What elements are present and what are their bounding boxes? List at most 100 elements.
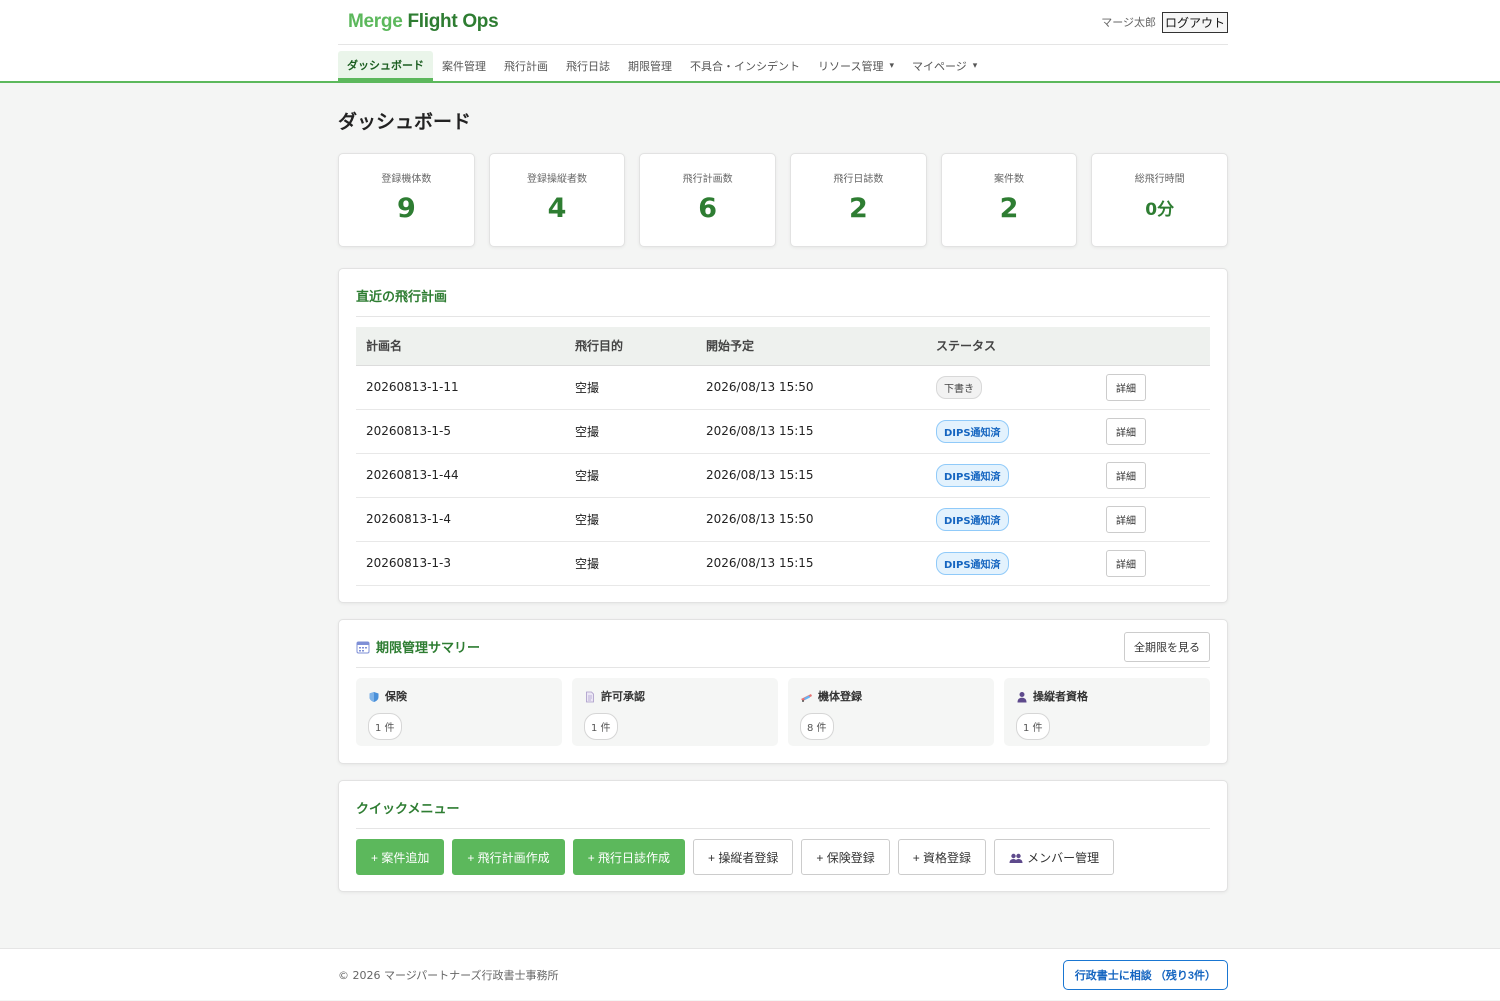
plan-purpose: 空撮 bbox=[565, 541, 696, 586]
recent-plans-card: 直近の飛行計画 計画名 飛行目的 開始予定 ステータス 20260813-1-1… bbox=[338, 268, 1228, 603]
quick-menu-card: クイックメニュー + 案件追加 + 飛行計画作成 + 飛行日誌作成 + 操縦者登… bbox=[338, 780, 1228, 892]
expiry-title-group: 期限管理サマリー bbox=[356, 637, 480, 656]
stat-label: 登録操縦者数 bbox=[527, 174, 587, 185]
expiry-grid: 保険 1 件 許可承認 1 件 機体登録 8 件 操縦者資格 1 件 bbox=[356, 668, 1210, 763]
detail-button[interactable]: 詳細 bbox=[1106, 373, 1146, 401]
table-header-row: 計画名 飛行目的 開始予定 ステータス bbox=[356, 327, 1210, 366]
column-header: 開始予定 bbox=[696, 327, 926, 366]
plan-purpose: 空撮 bbox=[565, 409, 696, 454]
footer: © 2026 マージパートナーズ行政書士事務所 行政書士に相談 （残り3件） bbox=[0, 948, 1500, 1000]
stat-card-pilots: 登録操縦者数 4 bbox=[488, 153, 626, 247]
plan-start: 2026/08/13 15:50 bbox=[696, 497, 926, 542]
create-flight-log-button[interactable]: + 飛行日誌作成 bbox=[572, 839, 686, 875]
stat-label: 総飛行時間 bbox=[1134, 174, 1185, 185]
expiry-count-badge: 1 件 bbox=[1016, 713, 1050, 740]
dropdown-icon: ▾ bbox=[972, 61, 978, 71]
table-row: 20260813-1-3 空撮 2026/08/13 15:15 DIPS通知済… bbox=[356, 541, 1210, 586]
detail-button[interactable]: 詳細 bbox=[1106, 461, 1146, 489]
status-badge: 下書き bbox=[936, 375, 982, 399]
nav-item-flight-plans[interactable]: 飛行計画 bbox=[495, 51, 557, 81]
plan-name: 20260813-1-11 bbox=[356, 365, 565, 410]
create-flight-plan-button[interactable]: + 飛行計画作成 bbox=[452, 839, 565, 875]
drone-icon bbox=[800, 690, 813, 703]
detail-button[interactable]: 詳細 bbox=[1106, 549, 1146, 577]
nav-item-mypage[interactable]: マイページ ▾ bbox=[903, 51, 986, 81]
nav-item-flight-logs[interactable]: 飛行日誌 bbox=[557, 51, 619, 81]
logo-accent-text: Merge bbox=[348, 11, 403, 32]
shield-icon bbox=[368, 690, 380, 703]
expiry-item-title: 機体登録 bbox=[800, 688, 982, 704]
expiry-item-aircraft-registration[interactable]: 機体登録 8 件 bbox=[788, 678, 994, 746]
main-nav: ダッシュボード 案件管理 飛行計画 飛行日誌 期限管理 不具合・インシデント リ… bbox=[338, 45, 1228, 81]
plan-start: 2026/08/13 15:15 bbox=[696, 453, 926, 498]
plan-purpose: 空撮 bbox=[565, 453, 696, 498]
logout-button[interactable]: ログアウト bbox=[1161, 11, 1228, 33]
nav-item-mypage-label: マイページ bbox=[911, 60, 967, 73]
expiry-label: 操縦者資格 bbox=[1033, 690, 1088, 703]
expiry-label: 保険 bbox=[385, 690, 407, 703]
recent-plans-title: 直近の飛行計画 bbox=[356, 269, 1210, 317]
plan-purpose: 空撮 bbox=[565, 497, 696, 542]
plan-action-cell: 詳細 bbox=[1096, 409, 1210, 454]
stat-value: 9 bbox=[396, 193, 416, 224]
expiry-summary-title: 期限管理サマリー 全期限を見る bbox=[356, 620, 1210, 668]
page-title: ダッシュボード bbox=[338, 111, 472, 133]
expiry-label: 許可承認 bbox=[601, 690, 645, 703]
card-title-text: 直近の飛行計画 bbox=[356, 290, 448, 305]
table-row: 20260813-1-5 空撮 2026/08/13 15:15 DIPS通知済… bbox=[356, 409, 1210, 454]
stat-card-flight-plans: 飛行計画数 6 bbox=[639, 153, 777, 247]
stat-label: 案件数 bbox=[994, 174, 1025, 185]
consult-button[interactable]: 行政書士に相談 （残り3件） bbox=[1062, 960, 1228, 990]
plan-status-cell: DIPS通知済 bbox=[926, 541, 1096, 586]
expiry-item-insurance[interactable]: 保険 1 件 bbox=[356, 678, 562, 746]
plan-status-cell: DIPS通知済 bbox=[926, 497, 1096, 542]
plan-name: 20260813-1-5 bbox=[356, 409, 565, 454]
status-badge: DIPS通知済 bbox=[936, 463, 1009, 487]
stats-row: 登録機体数 9 登録操縦者数 4 飛行計画数 6 飛行日誌数 2 案件数 2 総… bbox=[338, 153, 1229, 247]
plan-start: 2026/08/13 15:15 bbox=[696, 409, 926, 454]
stat-card-aircraft: 登録機体数 9 bbox=[338, 153, 475, 247]
plan-status-cell: DIPS通知済 bbox=[926, 453, 1096, 498]
stat-value: 4 bbox=[547, 193, 567, 224]
expiry-item-permits[interactable]: 許可承認 1 件 bbox=[572, 678, 778, 746]
plan-action-cell: 詳細 bbox=[1096, 453, 1210, 498]
expiry-count-badge: 8 件 bbox=[800, 713, 834, 740]
plan-name: 20260813-1-44 bbox=[356, 453, 565, 498]
register-qualification-button[interactable]: + 資格登録 bbox=[897, 839, 987, 875]
app-logo[interactable]: Merge Flight Ops bbox=[348, 11, 499, 33]
column-header: 計画名 bbox=[356, 327, 565, 366]
nav-item-projects[interactable]: 案件管理 bbox=[433, 51, 495, 81]
status-badge: DIPS通知済 bbox=[936, 419, 1009, 443]
nav-item-dashboard[interactable]: ダッシュボード bbox=[338, 51, 433, 81]
column-header: ステータス bbox=[926, 327, 1096, 366]
expiry-item-pilot-qualification[interactable]: 操縦者資格 1 件 bbox=[1004, 678, 1210, 746]
detail-button[interactable]: 詳細 bbox=[1106, 505, 1146, 533]
stat-value: 2 bbox=[999, 193, 1019, 224]
stat-value: 6 bbox=[698, 193, 718, 224]
table-row: 20260813-1-4 空撮 2026/08/13 15:50 DIPS通知済… bbox=[356, 497, 1210, 542]
view-all-deadlines-button[interactable]: 全期限を見る bbox=[1124, 631, 1210, 662]
copyright-text: © 2026 マージパートナーズ行政書士事務所 bbox=[338, 969, 559, 982]
detail-button[interactable]: 詳細 bbox=[1106, 417, 1146, 445]
member-management-button[interactable]: メンバー管理 bbox=[994, 839, 1115, 875]
nav-item-deadlines[interactable]: 期限管理 bbox=[619, 51, 681, 81]
expiry-summary-card: 期限管理サマリー 全期限を見る 保険 1 件 許可承認 1 件 機体登録 8 件… bbox=[338, 619, 1228, 764]
quick-menu-buttons: + 案件追加 + 飛行計画作成 + 飛行日誌作成 + 操縦者登録 + 保険登録 … bbox=[356, 829, 1210, 891]
card-title-text: クイックメニュー bbox=[356, 802, 460, 817]
expiry-item-title: 許可承認 bbox=[584, 688, 766, 704]
stat-label: 飛行日誌数 bbox=[833, 174, 884, 185]
stat-value: 0分 bbox=[1145, 200, 1175, 220]
status-badge: DIPS通知済 bbox=[936, 551, 1009, 575]
nav-item-incidents[interactable]: 不具合・インシデント bbox=[681, 51, 809, 81]
stat-card-projects: 案件数 2 bbox=[940, 153, 1078, 247]
nav-item-resources[interactable]: リソース管理 ▾ bbox=[809, 51, 903, 81]
person-icon bbox=[1016, 690, 1028, 703]
expiry-count-badge: 1 件 bbox=[584, 713, 618, 740]
plan-status-cell: DIPS通知済 bbox=[926, 409, 1096, 454]
register-insurance-button[interactable]: + 保険登録 bbox=[801, 839, 890, 875]
register-pilot-button[interactable]: + 操縦者登録 bbox=[693, 839, 794, 875]
stat-value: 2 bbox=[848, 193, 868, 224]
column-header bbox=[1096, 327, 1210, 366]
plan-action-cell: 詳細 bbox=[1096, 497, 1210, 542]
add-project-button[interactable]: + 案件追加 bbox=[356, 839, 445, 875]
